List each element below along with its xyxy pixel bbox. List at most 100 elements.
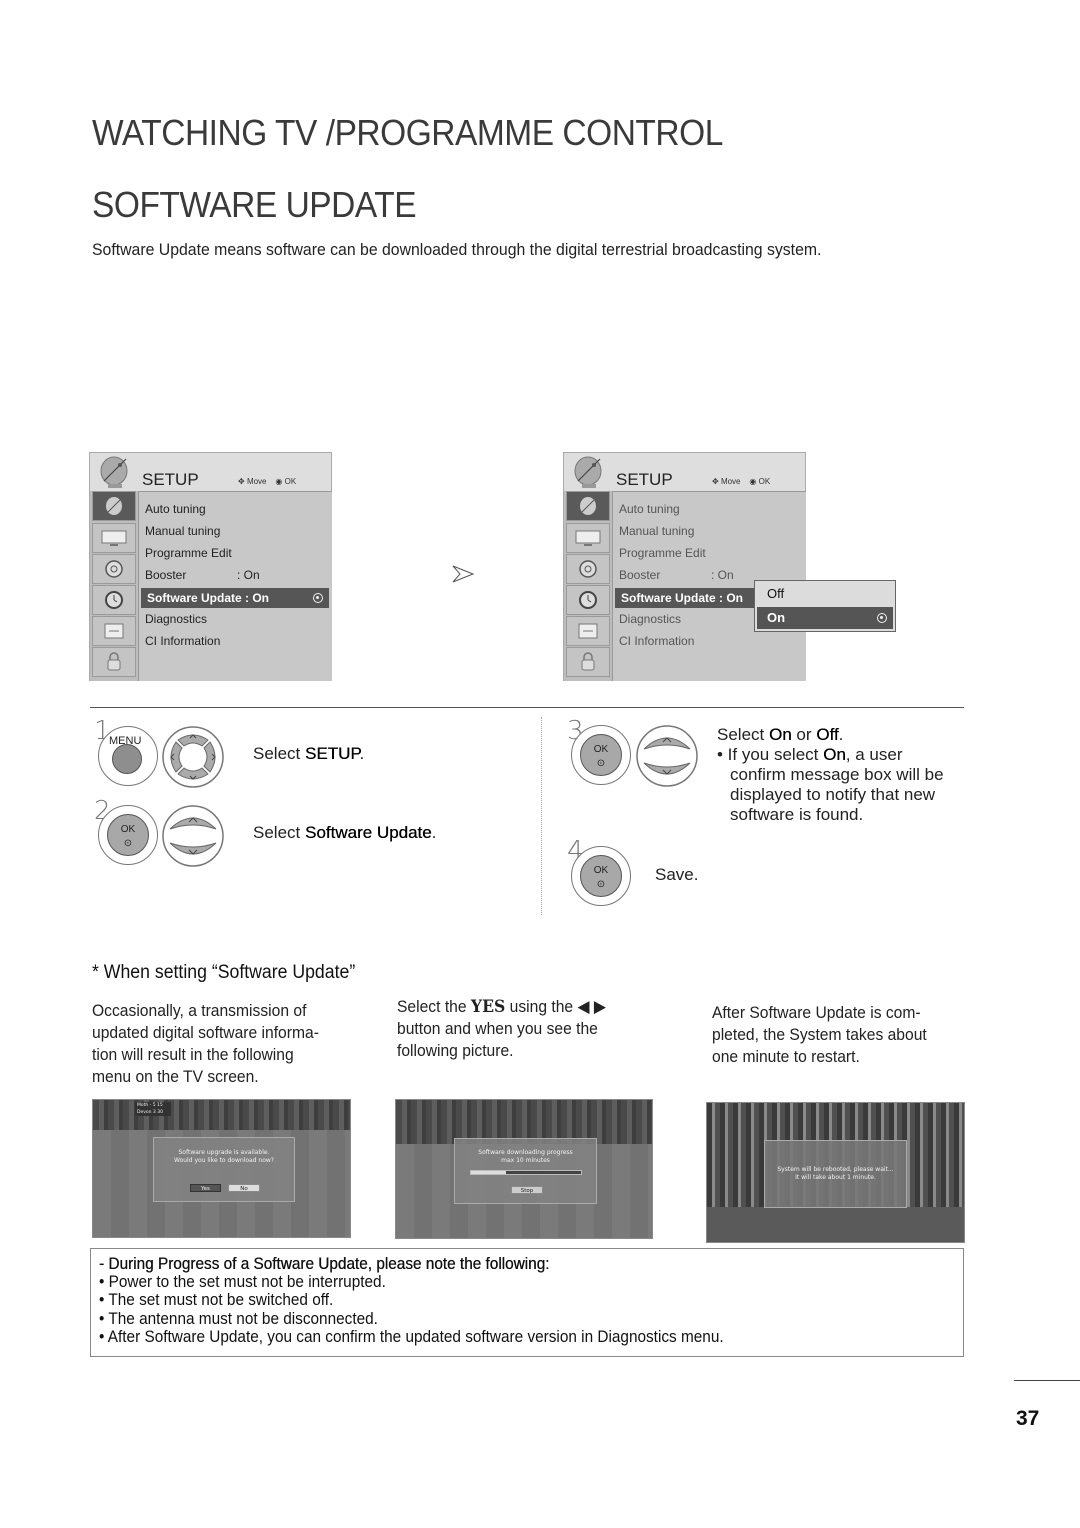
text: . xyxy=(431,823,437,842)
step-4-text: Save. xyxy=(655,865,699,884)
sidebar-lock[interactable] xyxy=(566,647,610,677)
note-item: • The antenna must not be disconnected. xyxy=(99,1309,378,1328)
item-label: Programme Edit xyxy=(619,546,706,560)
item-label: Software Update : On xyxy=(621,591,744,605)
ok-button-face: OK ⊙ xyxy=(580,855,622,897)
bold-text: On xyxy=(823,745,846,764)
menu-item-diagnostics[interactable]: Diagnostics xyxy=(145,612,207,626)
item-label: CI Information xyxy=(619,634,695,648)
step-3-bullet: • If you select On, a user xyxy=(717,745,944,765)
yes-button[interactable]: Yes xyxy=(190,1184,221,1192)
menu-item-auto-tuning[interactable]: Auto tuning xyxy=(145,502,206,516)
ok-button[interactable]: OK ⊙ xyxy=(571,846,631,906)
option-off[interactable]: Off xyxy=(757,583,893,605)
option-panel-icon xyxy=(104,623,124,639)
menu-sidebar xyxy=(90,491,138,681)
option-on[interactable]: On xyxy=(757,607,893,629)
menu-item-software-update[interactable]: Software Update : On xyxy=(141,588,329,608)
ok-dot-icon: ⊙ xyxy=(596,758,606,769)
menu-item-diagnostics[interactable]: Diagnostics xyxy=(619,612,681,626)
sidebar-picture[interactable] xyxy=(92,523,136,553)
hint-move: Move xyxy=(720,477,741,486)
line: Select the YES using the ◀ ▶ xyxy=(397,996,645,1018)
page-title: SOFTWARE UPDATE xyxy=(92,184,417,225)
menu-item-auto-tuning[interactable]: Auto tuning xyxy=(619,502,680,516)
sidebar-setup[interactable] xyxy=(92,491,136,521)
sidebar-audio[interactable] xyxy=(92,554,136,584)
column-1-text: Occasionally, a transmission of updated … xyxy=(92,1000,350,1088)
menu-button[interactable]: MENU xyxy=(98,726,158,786)
sidebar-lock[interactable] xyxy=(92,647,136,677)
item-label: CI Information xyxy=(145,634,221,648)
line: Occasionally, a transmission of xyxy=(92,1001,307,1020)
item-label: Software Update : On xyxy=(147,591,270,605)
item-label: Diagnostics xyxy=(145,612,208,626)
satellite-dish-icon xyxy=(100,456,128,488)
padlock-icon xyxy=(581,652,595,671)
clock-icon xyxy=(579,591,597,609)
menu-hint: ✥ Move ◉ OK xyxy=(238,477,296,486)
download-dialog: Software downloading progress max 10 min… xyxy=(454,1138,597,1204)
text: • If you select xyxy=(717,745,824,764)
bold-text: Software Update xyxy=(304,823,432,842)
tv-screen-icon xyxy=(575,530,601,546)
up-down-navigation-pad[interactable] xyxy=(162,805,224,867)
hint-move: Move xyxy=(246,477,267,486)
ok-button[interactable]: OK ⊙ xyxy=(98,805,158,865)
software-update-popup: Off On xyxy=(754,580,896,632)
menu-item-programme-edit[interactable]: Programme Edit xyxy=(145,546,232,560)
sidebar-picture[interactable] xyxy=(566,523,610,553)
item-label: Diagnostics xyxy=(619,612,682,626)
menu-item-programme-edit[interactable]: Programme Edit xyxy=(619,546,706,560)
option-label: On xyxy=(767,610,786,625)
sidebar-setup[interactable] xyxy=(566,491,610,521)
item-label: Programme Edit xyxy=(145,546,232,560)
sidebar-time[interactable] xyxy=(566,585,610,615)
hint-ok: OK xyxy=(284,477,297,486)
item-label: Auto tuning xyxy=(619,502,680,516)
text: . xyxy=(359,744,365,763)
sidebar-option[interactable] xyxy=(92,616,136,646)
item-label: Auto tuning xyxy=(145,502,206,516)
menu-item-booster[interactable]: Booster: On xyxy=(619,568,734,582)
ok-label: OK xyxy=(593,744,609,755)
no-button[interactable]: No xyxy=(228,1184,260,1192)
ok-button[interactable]: OK ⊙ xyxy=(571,725,631,785)
ok-dot-icon: ◉ xyxy=(749,477,757,486)
setup-menu-left: SETUP ✥ Move ◉ OK Auto tuning Manual tun… xyxy=(89,452,332,681)
item-label: Booster xyxy=(145,568,187,582)
note-item: • After Software Update, you can confirm… xyxy=(99,1327,724,1346)
sidebar-option[interactable] xyxy=(566,616,610,646)
menu-item-manual-tuning[interactable]: Manual tuning xyxy=(619,524,694,538)
next-step-arrow-icon xyxy=(452,565,475,583)
four-way-navigation-pad[interactable] xyxy=(162,726,224,788)
text: Select xyxy=(253,823,305,842)
upgrade-dialog: Software upgrade is available. Would you… xyxy=(153,1137,295,1202)
menu-item-ci-information[interactable]: CI Information xyxy=(145,634,220,648)
menu-title: SETUP xyxy=(142,470,199,489)
menu-hint: ✥ Move ◉ OK xyxy=(712,477,770,486)
stands-background xyxy=(93,1100,350,1131)
menu-item-ci-information[interactable]: CI Information xyxy=(619,634,694,648)
menu-item-manual-tuning[interactable]: Manual tuning xyxy=(145,524,220,538)
menu-item-software-update[interactable]: Software Update : On xyxy=(615,588,760,608)
clock-icon xyxy=(105,591,123,609)
step-3-line: software is found. xyxy=(730,805,864,824)
download-progress-bar xyxy=(470,1170,582,1175)
ok-button-face: OK ⊙ xyxy=(107,814,149,856)
text: , a user xyxy=(845,745,903,764)
item-label: Manual tuning xyxy=(619,524,695,538)
setup-menu-right: SETUP ✥ Move ◉ OK Auto tuning Manual tun… xyxy=(563,452,806,681)
menu-button-circle xyxy=(112,744,142,774)
step-1-text: Select SETUP. xyxy=(253,744,364,764)
line: following picture. xyxy=(397,1041,514,1060)
sidebar-audio[interactable] xyxy=(566,554,610,584)
page-number-rule xyxy=(1014,1380,1080,1381)
up-down-navigation-pad[interactable] xyxy=(636,725,698,787)
notes-heading: - During Progress of a Software Update, … xyxy=(99,1255,550,1273)
line: After Software Update is com- xyxy=(712,1003,921,1022)
menu-item-booster[interactable]: Booster: On xyxy=(145,568,260,582)
stop-button[interactable]: Stop xyxy=(511,1186,543,1194)
sidebar-time[interactable] xyxy=(92,585,136,615)
tv-screen-upgrade-available: Moth - 5 15 Devon 3 30 Software upgrade … xyxy=(92,1099,351,1238)
